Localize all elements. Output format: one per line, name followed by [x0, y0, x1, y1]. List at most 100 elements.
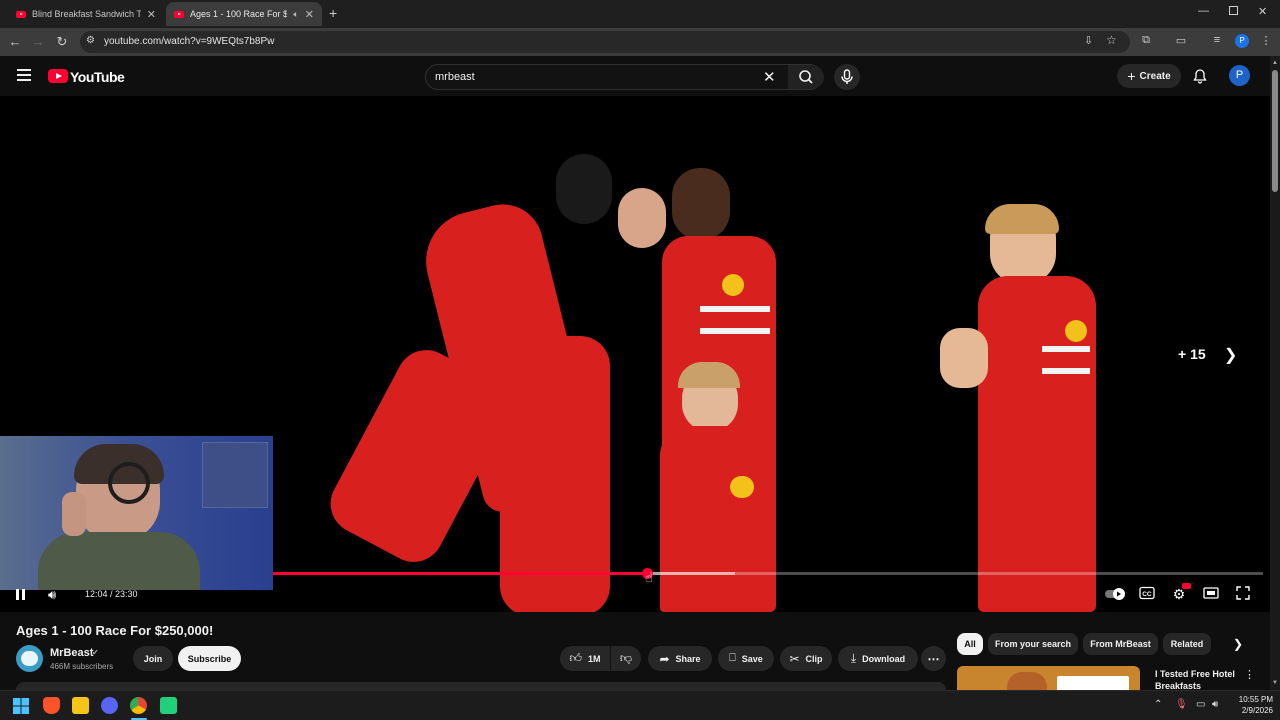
clip-label: Clip: [805, 653, 823, 664]
clear-search-icon[interactable]: ✕: [763, 68, 776, 86]
subscribe-button[interactable]: Subscribe: [178, 646, 241, 671]
media-controls-icon[interactable]: ≡: [1209, 34, 1225, 46]
captions-icon[interactable]: CC: [1137, 586, 1157, 602]
like-button[interactable]: 👍︎ 1M: [560, 646, 610, 671]
dislike-button[interactable]: 👎︎: [611, 646, 641, 671]
microphone-in-use-icon[interactable]: 🎙︎: [1175, 699, 1188, 710]
back-icon[interactable]: ←: [7, 34, 23, 50]
recommendation-thumbnail[interactable]: [957, 666, 1140, 690]
scroll-up-icon[interactable]: ▲: [1272, 60, 1278, 66]
minimize-window-icon[interactable]: —: [1198, 5, 1209, 17]
theater-mode-icon[interactable]: [1201, 586, 1221, 602]
close-tab-icon[interactable]: ✕: [147, 8, 156, 21]
tray-overflow-icon[interactable]: ⌃: [1154, 699, 1162, 710]
bookmark-star-icon[interactable]: ☆: [1106, 33, 1117, 47]
thumbs-down-icon: 👎︎: [619, 651, 633, 665]
volume-icon[interactable]: 🔊︎: [48, 587, 56, 603]
close-window-icon[interactable]: ✕: [1258, 5, 1267, 18]
cast-icon[interactable]: ▭: [1173, 34, 1189, 47]
endscreen-more-count[interactable]: + 15: [1178, 346, 1206, 362]
create-button[interactable]: + Create: [1117, 64, 1181, 88]
fullscreen-icon[interactable]: [1233, 586, 1253, 602]
close-tab-icon[interactable]: ✕: [305, 8, 314, 21]
guide-menu-icon[interactable]: [17, 69, 31, 81]
voice-search-button[interactable]: [834, 64, 860, 90]
chrome-icon[interactable]: [130, 697, 147, 714]
youtube-logo-icon[interactable]: [48, 69, 68, 83]
share-button[interactable]: ➦ Share: [648, 646, 712, 671]
site-info-icon[interactable]: ⚙: [86, 35, 95, 46]
save-button[interactable]: ⎕ Save: [718, 646, 774, 671]
app-icon[interactable]: [160, 697, 177, 714]
channel-avatar[interactable]: [16, 645, 43, 672]
time-display: 12:04 / 23:30: [85, 589, 138, 599]
recommendation-title[interactable]: I Tested Free Hotel Breakfasts: [1155, 668, 1247, 690]
download-label: Download: [862, 653, 906, 664]
audio-playing-icon[interactable]: 🔈︎: [293, 9, 298, 20]
brave-browser-icon[interactable]: [43, 697, 60, 714]
subscriber-count: 466M subscribers: [50, 662, 114, 671]
played-range: [273, 572, 648, 575]
autoplay-toggle[interactable]: [1104, 586, 1125, 602]
search-input[interactable]: mrbeast: [435, 71, 475, 83]
forward-icon[interactable]: →: [30, 34, 46, 50]
bookmark-icon: ⎕: [729, 652, 736, 664]
chip-related[interactable]: Related: [1163, 633, 1211, 655]
webcam-overlay: [0, 436, 273, 590]
seek-bar[interactable]: [273, 568, 1263, 579]
scissors-icon: ✂: [789, 651, 800, 666]
taskbar-date[interactable]: 2/9/2026: [1233, 706, 1273, 715]
search-button[interactable]: [788, 65, 824, 89]
settings-gear-icon[interactable]: ⚙: [1169, 583, 1191, 602]
more-horizontal-icon: ⋯: [927, 651, 940, 666]
tab-title: Blind Breakfast Sandwich Taste: [32, 9, 141, 19]
chevron-right-icon[interactable]: ❯: [1233, 637, 1243, 651]
account-avatar[interactable]: P: [1229, 65, 1250, 86]
more-actions-button[interactable]: ⋯: [921, 646, 946, 671]
restore-window-icon[interactable]: [1229, 6, 1238, 15]
browser-tab-2[interactable]: Ages 1 - 100 Race For $250 🔈︎ ✕: [166, 2, 322, 26]
install-app-icon[interactable]: ⇩: [1084, 34, 1093, 47]
pause-button[interactable]: [14, 588, 28, 602]
search-icon: [799, 70, 813, 84]
microphone-icon: [841, 69, 853, 84]
network-icon[interactable]: ▭: [1196, 699, 1205, 710]
more-vertical-icon[interactable]: ⋮: [1244, 668, 1255, 681]
youtube-wordmark[interactable]: YouTube: [70, 69, 125, 85]
channel-name[interactable]: MrBeast: [50, 647, 93, 659]
address-bar[interactable]: ⚙ youtube.com/watch?v=9WEQts7b8Pw ⇩ ☆: [80, 31, 1130, 53]
browser-tab-strip: Blind Breakfast Sandwich Taste ✕ Ages 1 …: [0, 0, 1280, 28]
url-text: youtube.com/watch?v=9WEQts7b8Pw: [104, 36, 275, 47]
clip-button[interactable]: ✂ Clip: [780, 646, 832, 671]
browser-toolbar: ← → ↻ ⚙ youtube.com/watch?v=9WEQts7b8Pw …: [0, 28, 1280, 56]
new-tab-icon[interactable]: +: [329, 5, 337, 21]
reload-icon[interactable]: ↻: [54, 34, 70, 50]
browser-tab-1[interactable]: Blind Breakfast Sandwich Taste ✕: [8, 2, 164, 26]
chevron-right-icon[interactable]: ❯: [1224, 345, 1237, 365]
taskbar-time[interactable]: 10:55 PM: [1233, 695, 1273, 704]
scroll-down-icon[interactable]: ▼: [1272, 680, 1278, 686]
windows-start-icon[interactable]: [13, 698, 29, 714]
tab-title: Ages 1 - 100 Race For $250: [190, 9, 288, 19]
page-scrollbar[interactable]: ▲ ▼: [1270, 56, 1280, 690]
discord-icon[interactable]: [101, 697, 118, 714]
svg-text:CC: CC: [1142, 591, 1152, 598]
scroll-thumb[interactable]: [1272, 70, 1278, 192]
download-icon: ⤓: [850, 651, 857, 665]
chip-from-mrbeast[interactable]: From MrBeast: [1083, 633, 1158, 655]
description-box[interactable]: [16, 682, 946, 690]
speaker-icon[interactable]: 🔊︎: [1212, 699, 1218, 710]
like-count: 1M: [588, 653, 601, 664]
chip-from-your-search[interactable]: From your search: [988, 633, 1078, 655]
os-taskbar: ⌃ 🎙︎ ▭ 🔊︎ 10:55 PM 2/9/2026: [0, 690, 1280, 720]
notifications-bell-icon[interactable]: [1192, 68, 1208, 84]
download-button[interactable]: ⤓ Download: [838, 646, 918, 671]
video-player[interactable]: + 15 ❯ ☝︎ 🔊︎ 12:04 / 23:30 CC ⚙: [0, 96, 1270, 612]
browser-menu-icon[interactable]: ⋮: [1258, 34, 1274, 47]
browser-profile-avatar[interactable]: P: [1235, 34, 1249, 48]
join-button[interactable]: Join: [133, 646, 173, 671]
file-explorer-icon[interactable]: [72, 697, 89, 714]
chip-all[interactable]: All: [957, 633, 983, 655]
search-box[interactable]: mrbeast ✕: [425, 64, 824, 90]
extensions-icon[interactable]: ⧉: [1138, 34, 1154, 47]
